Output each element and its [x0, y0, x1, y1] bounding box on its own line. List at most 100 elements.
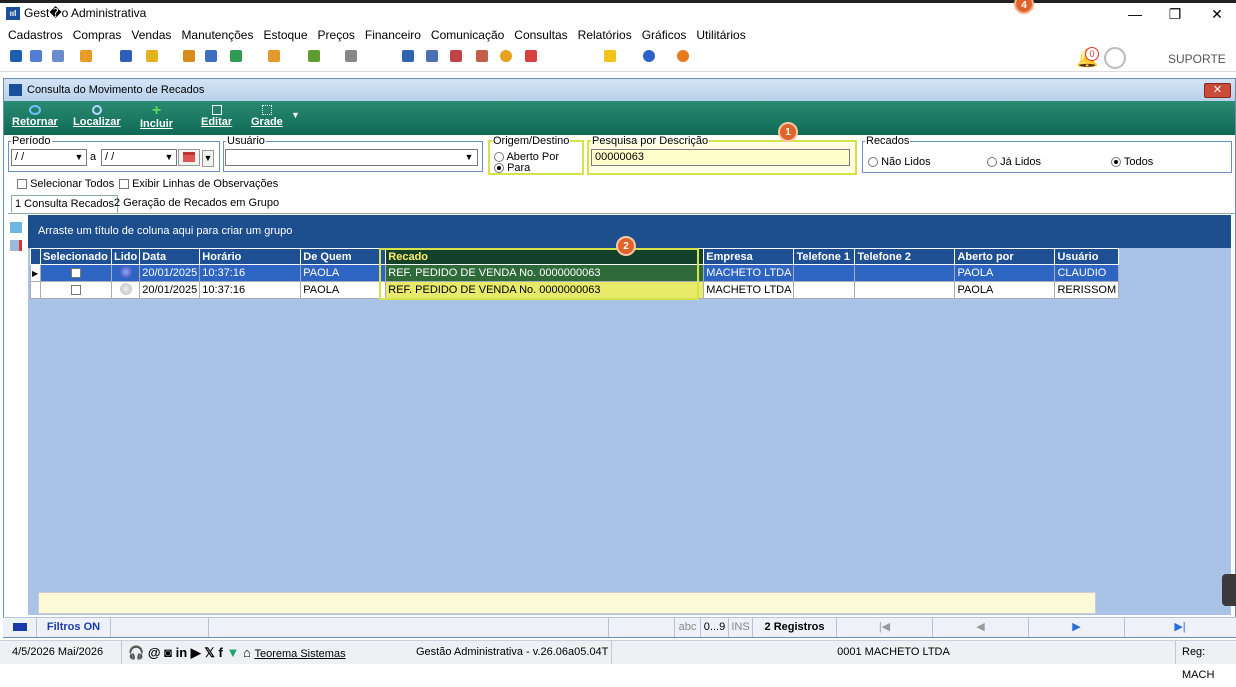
recados-ja-lidos-radio[interactable]: Já Lidos — [987, 156, 1041, 168]
window-title: Gest�o Administrativa — [24, 6, 147, 20]
youtube-icon[interactable]: ▶ — [191, 645, 201, 660]
grade-dropdown-icon[interactable]: ▼ — [291, 110, 300, 120]
selecionado-checkbox[interactable] — [40, 264, 112, 282]
folder-icon[interactable] — [10, 50, 22, 62]
date-from-dropdown-icon[interactable]: ▼ — [73, 150, 85, 165]
filter-icon[interactable]: ▼ — [227, 645, 240, 660]
menu-estoque[interactable]: Estoque — [263, 26, 307, 44]
close-window-button[interactable]: ✕ — [1202, 4, 1232, 24]
retornar-button[interactable]: Retornar — [12, 105, 58, 128]
menu-graficos[interactable]: Gráficos — [642, 26, 687, 44]
column-chooser-header[interactable] — [30, 248, 41, 265]
menu-manutencoes[interactable]: Manutenções — [181, 26, 253, 44]
suporte-link[interactable]: SUPORTE — [1168, 52, 1226, 66]
printer-icon[interactable] — [345, 50, 357, 62]
row-indicator: ▶ — [30, 264, 41, 282]
tools-icon[interactable] — [476, 50, 488, 62]
recados-todos-radio[interactable]: Todos — [1111, 156, 1153, 168]
tab-geracao-recados[interactable]: 2 Geração de Recados em Grupo — [111, 195, 282, 213]
filtros-status[interactable]: Filtros ON — [37, 618, 111, 637]
users-icon[interactable] — [30, 50, 42, 62]
list-icon[interactable] — [80, 50, 92, 62]
calculator-icon[interactable] — [426, 50, 438, 62]
nav-next-button[interactable]: ▶ — [1029, 618, 1125, 637]
inner-close-button[interactable]: ✕ — [1204, 83, 1231, 98]
origem-para-radio[interactable]: Para — [494, 162, 530, 174]
person-icon[interactable] — [183, 50, 195, 62]
table-row[interactable]: ▶ 20/01/2025 10:37:16 PAOLA REF. PEDIDO … — [30, 264, 1120, 282]
card-icon[interactable] — [52, 50, 64, 62]
headset-icon[interactable]: 🎧 — [128, 645, 144, 660]
restore-button[interactable]: ❐ — [1160, 4, 1190, 24]
teorema-link[interactable]: Teorema Sistemas — [254, 648, 345, 660]
editar-button[interactable]: Editar — [201, 105, 232, 128]
table-row[interactable]: 20/01/2025 10:37:16 PAOLA REF. PEDIDO DE… — [30, 281, 1120, 299]
recados-nao-lidos-radio[interactable]: Não Lidos — [868, 156, 931, 168]
header-selecionado[interactable]: Selecionado — [40, 248, 112, 265]
header-horario[interactable]: Horário — [199, 248, 302, 265]
minimize-button[interactable]: — — [1120, 4, 1150, 24]
localizar-button[interactable]: Localizar — [73, 105, 121, 128]
menu-vendas[interactable]: Vendas — [131, 26, 171, 44]
calendar-icon[interactable] — [450, 50, 462, 62]
header-aberto-por[interactable]: Aberto por — [954, 248, 1056, 265]
nav-first-button[interactable]: |◀ — [837, 618, 933, 637]
menu-financeiro[interactable]: Financeiro — [365, 26, 421, 44]
money-icon[interactable] — [308, 50, 320, 62]
company-label: 0001 MACHETO LTDA — [612, 641, 1176, 664]
remove-row-icon[interactable] — [10, 240, 22, 251]
cart-icon[interactable] — [230, 50, 242, 62]
menu-precos[interactable]: Preços — [318, 26, 355, 44]
menu-consultas[interactable]: Consultas — [514, 26, 567, 44]
grade-button[interactable]: Grade — [251, 105, 283, 128]
menu-relatorios[interactable]: Relatórios — [578, 26, 632, 44]
header-lido[interactable]: Lido — [110, 248, 141, 265]
header-data[interactable]: Data — [139, 248, 201, 265]
menu-utilitarios[interactable]: Utilitários — [696, 26, 745, 44]
incluir-button[interactable]: + Incluir — [140, 103, 173, 131]
calendar-button[interactable] — [178, 149, 200, 166]
period-dropdown-icon[interactable]: ▼ — [202, 150, 214, 167]
pdf-icon[interactable] — [525, 50, 537, 62]
pesquisa-input[interactable]: 00000063 — [591, 149, 850, 166]
facebook-icon[interactable]: f — [219, 645, 223, 660]
linkedin-icon[interactable]: in — [176, 645, 188, 660]
usuario-select[interactable] — [225, 149, 478, 166]
usuario-dropdown-icon[interactable]: ▼ — [463, 150, 475, 165]
document-icon[interactable] — [120, 50, 132, 62]
header-empresa[interactable]: Empresa — [703, 248, 795, 265]
truck-icon[interactable] — [268, 50, 280, 62]
bank-icon[interactable] — [205, 50, 217, 62]
header-telefone-2[interactable]: Telefone 2 — [854, 248, 956, 265]
menu-compras[interactable]: Compras — [73, 26, 122, 44]
header-telefone-1[interactable]: Telefone 1 — [793, 248, 856, 265]
nav-last-button[interactable]: ▶| — [1125, 618, 1235, 637]
clock-icon[interactable] — [500, 50, 512, 62]
header-recado[interactable]: Recado — [385, 248, 705, 265]
add-row-icon[interactable] — [10, 222, 22, 233]
selecionar-todos-checkbox[interactable]: Selecionar Todos — [17, 178, 114, 190]
cell-aberto-por: PAOLA — [954, 264, 1056, 282]
side-panel-tab[interactable] — [1222, 574, 1236, 606]
info-icon[interactable] — [643, 50, 655, 62]
box-icon[interactable] — [146, 50, 158, 62]
header-usuario[interactable]: Usuário — [1054, 248, 1120, 265]
menu-comunicacao[interactable]: Comunicação — [431, 26, 504, 44]
star-icon[interactable] — [604, 50, 616, 62]
exibir-linhas-checkbox[interactable]: Exibir Linhas de Observações — [119, 178, 278, 190]
tab-consulta-recados[interactable]: 1 Consulta Recados — [11, 195, 119, 213]
instagram-icon[interactable]: ◙ — [164, 645, 172, 660]
header-de-quem[interactable]: De Quem — [300, 248, 387, 265]
power-icon[interactable] — [677, 50, 689, 62]
return-icon — [28, 105, 41, 115]
x-icon[interactable]: 𝕏 — [204, 645, 214, 660]
date-to-dropdown-icon[interactable]: ▼ — [163, 150, 175, 165]
at-icon[interactable]: @ — [148, 645, 161, 660]
report-icon[interactable] — [402, 50, 414, 62]
nav-prev-button[interactable]: ◀ — [933, 618, 1029, 637]
menu-bar: Cadastros Compras Vendas Manutenções Est… — [0, 26, 1236, 44]
menu-cadastros[interactable]: Cadastros — [8, 26, 63, 44]
selecionado-checkbox[interactable] — [40, 281, 112, 299]
user-avatar-icon[interactable] — [1104, 47, 1126, 69]
status-empty-2 — [209, 618, 609, 637]
